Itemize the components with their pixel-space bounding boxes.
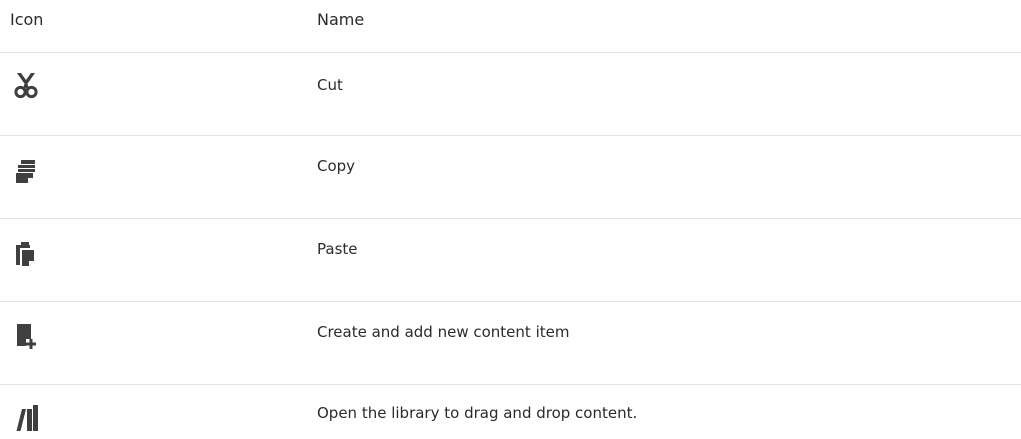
table-row: Cut: [0, 53, 1021, 136]
column-header-icon: Icon: [10, 10, 44, 29]
row-name: Create and add new content item: [317, 323, 570, 341]
table-row: Paste: [0, 219, 1021, 302]
table-row: Open the library to drag and drop conten…: [0, 385, 1021, 439]
paste-icon: [12, 241, 40, 269]
create-content-item-icon: [12, 322, 40, 350]
row-name: Paste: [317, 240, 358, 258]
table-row: Create and add new content item: [0, 302, 1021, 385]
cut-scissors-icon: [12, 71, 40, 99]
row-name: Copy: [317, 157, 356, 175]
row-name: Open the library to drag and drop conten…: [317, 404, 638, 422]
table-row: Copy: [0, 136, 1021, 219]
library-icon: [12, 403, 40, 431]
copy-icon: [12, 158, 40, 186]
table-header-row: Icon Name: [0, 0, 1021, 53]
icon-reference-table: Icon Name Cut Copy Paste Create and add …: [0, 0, 1021, 439]
row-name: Cut: [317, 76, 343, 94]
column-header-name: Name: [317, 10, 365, 29]
